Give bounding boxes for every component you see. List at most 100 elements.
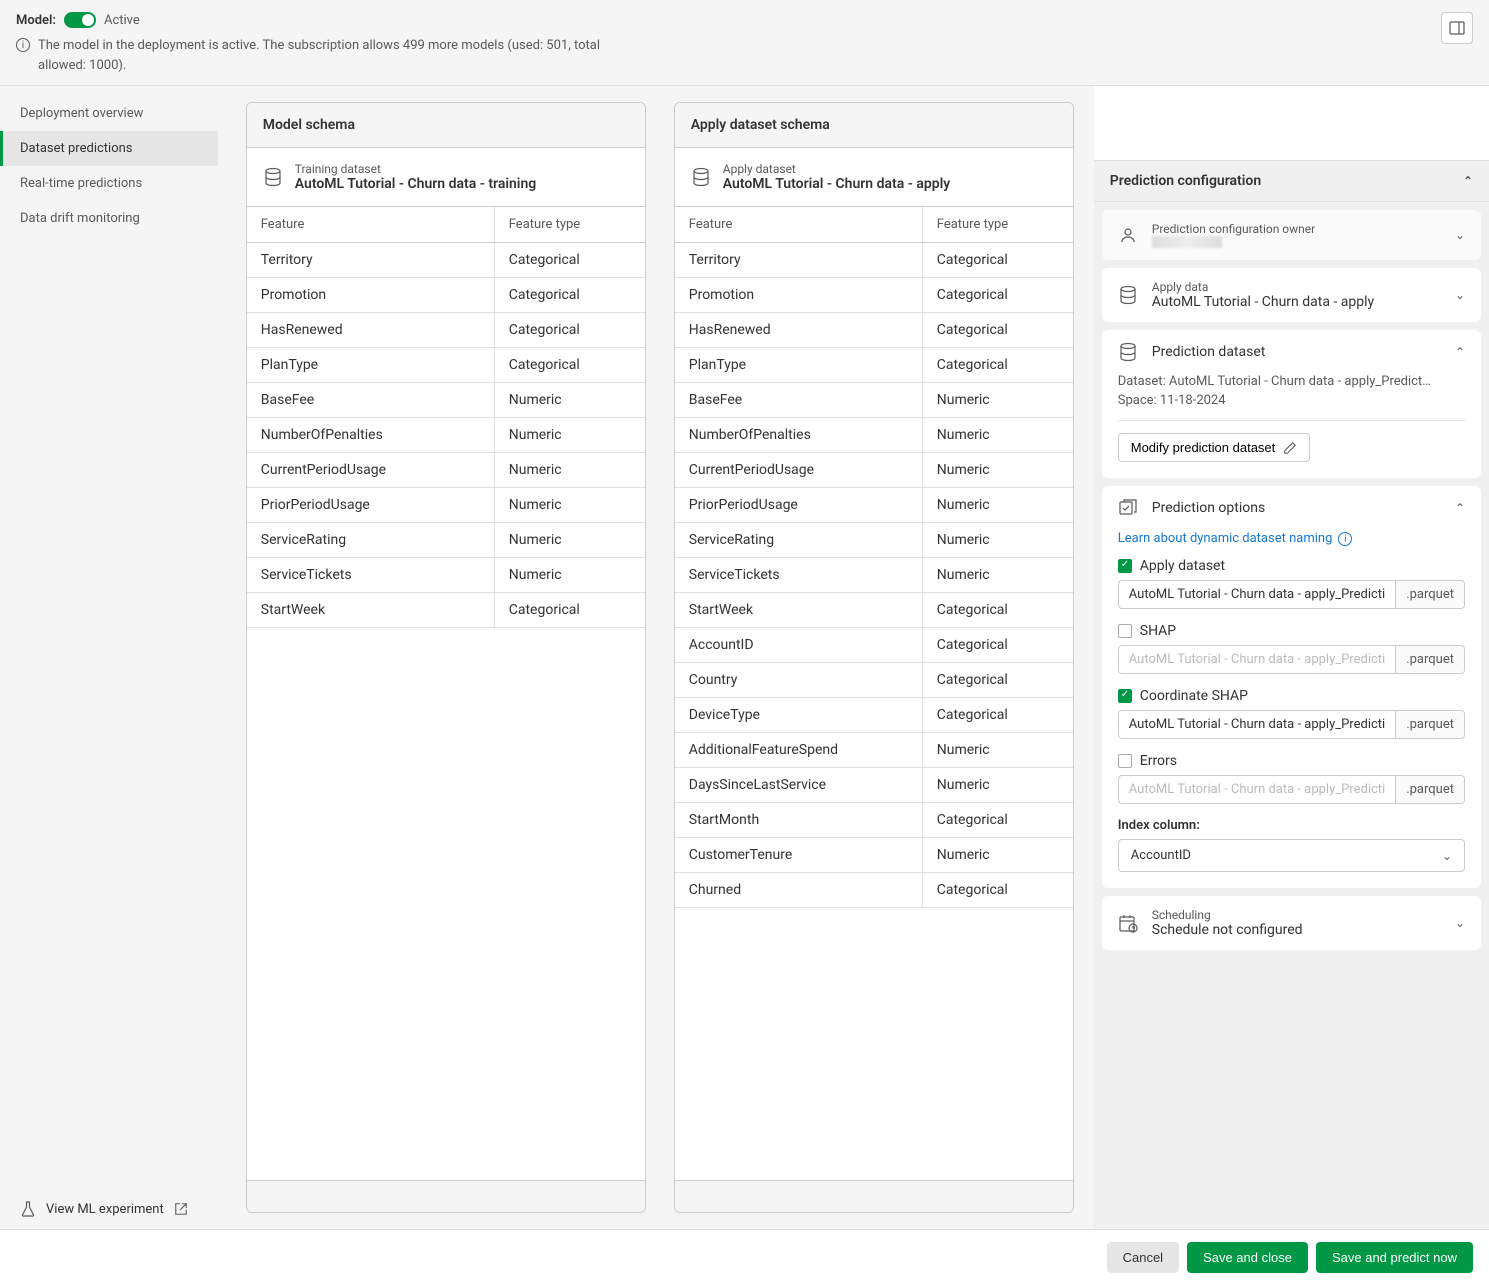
model-type-header: Feature type <box>495 207 645 242</box>
feature-cell: HasRenewed <box>247 313 495 347</box>
user-icon <box>1118 225 1138 245</box>
dataset-line: Dataset: AutoML Tutorial - Churn data - … <box>1118 374 1465 389</box>
table-row: HasRenewedCategorical <box>247 313 645 348</box>
model-schema-title: Model schema <box>247 103 645 148</box>
table-row: TerritoryCategorical <box>247 243 645 278</box>
info-icon: i <box>1338 532 1352 546</box>
training-dataset-name: AutoML Tutorial - Churn data - training <box>295 176 536 192</box>
table-row: StartWeekCategorical <box>675 593 1073 628</box>
type-cell: Numeric <box>495 523 645 557</box>
scheduling-section[interactable]: Scheduling Schedule not configured ⌄ <box>1102 896 1481 950</box>
feature-cell: CurrentPeriodUsage <box>675 453 923 487</box>
type-cell: Categorical <box>923 628 1073 662</box>
chevron-up-icon: ⌃ <box>1455 501 1465 515</box>
sidebar-item-real-time-predictions[interactable]: Real-time predictions <box>0 166 218 201</box>
feature-cell: Territory <box>675 243 923 277</box>
feature-cell: Territory <box>247 243 495 277</box>
feature-cell: BaseFee <box>675 383 923 417</box>
model-active-toggle[interactable] <box>64 12 96 28</box>
table-row: BaseFeeNumeric <box>247 383 645 418</box>
database-icon <box>1118 342 1138 362</box>
option-file-input: AutoML Tutorial - Churn data - apply_Pre… <box>1119 776 1395 803</box>
prediction-options-section: Prediction options ⌃ Learn about dynamic… <box>1102 486 1481 888</box>
owner-value-redacted <box>1152 236 1222 248</box>
table-row: CurrentPeriodUsageNumeric <box>247 453 645 488</box>
type-cell: Categorical <box>495 243 645 277</box>
feature-cell: StartMonth <box>675 803 923 837</box>
prediction-dataset-header[interactable]: Prediction dataset ⌃ <box>1102 330 1481 374</box>
chevron-up-icon[interactable]: ⌃ <box>1463 174 1473 188</box>
table-row: StartWeekCategorical <box>247 593 645 628</box>
option-checkbox[interactable] <box>1118 689 1132 703</box>
table-row: CurrentPeriodUsageNumeric <box>675 453 1073 488</box>
panel-toggle-button[interactable] <box>1441 12 1473 44</box>
type-cell: Categorical <box>495 593 645 627</box>
type-cell: Numeric <box>495 488 645 522</box>
pencil-icon <box>1283 441 1297 455</box>
prediction-options-title: Prediction options <box>1152 500 1441 516</box>
option-file-ext: .parquet <box>1395 776 1464 803</box>
feature-cell: AccountID <box>675 628 923 662</box>
checklist-icon <box>1118 498 1138 518</box>
table-row: ServiceTicketsNumeric <box>675 558 1073 593</box>
apply-data-section[interactable]: Apply data AutoML Tutorial - Churn data … <box>1102 268 1481 322</box>
table-row: DeviceTypeCategorical <box>675 698 1073 733</box>
table-row: PriorPeriodUsageNumeric <box>675 488 1073 523</box>
owner-section[interactable]: Prediction configuration owner ⌄ <box>1102 210 1481 260</box>
type-cell: Categorical <box>495 278 645 312</box>
sidebar: Deployment overviewDataset predictionsRe… <box>0 86 218 1229</box>
index-column-select[interactable]: AccountID ⌄ <box>1118 839 1465 872</box>
table-row: PlanTypeCategorical <box>675 348 1073 383</box>
database-icon <box>263 167 283 187</box>
option-file-input[interactable]: AutoML Tutorial - Churn data - apply_Pre… <box>1119 711 1395 738</box>
feature-cell: ServiceTickets <box>247 558 495 592</box>
table-row: CustomerTenureNumeric <box>675 838 1073 873</box>
feature-cell: HasRenewed <box>675 313 923 347</box>
table-row: NumberOfPenaltiesNumeric <box>247 418 645 453</box>
type-cell: Numeric <box>495 558 645 592</box>
learn-naming-link[interactable]: Learn about dynamic dataset naming i <box>1118 530 1353 546</box>
table-row: PriorPeriodUsageNumeric <box>247 488 645 523</box>
table-row: BaseFeeNumeric <box>675 383 1073 418</box>
table-row: ServiceRatingNumeric <box>675 523 1073 558</box>
option-checkbox[interactable] <box>1118 754 1132 768</box>
apply-data-label: Apply data <box>1152 280 1441 294</box>
type-cell: Numeric <box>923 558 1073 592</box>
model-label: Model: <box>16 13 56 28</box>
sidebar-item-deployment-overview[interactable]: Deployment overview <box>0 96 218 131</box>
type-cell: Categorical <box>923 348 1073 382</box>
chevron-up-icon: ⌃ <box>1455 345 1465 359</box>
model-feature-header: Feature <box>247 207 495 242</box>
table-row: AdditionalFeatureSpendNumeric <box>675 733 1073 768</box>
option-checkbox[interactable] <box>1118 559 1132 573</box>
view-ml-experiment-link[interactable]: View ML experiment <box>0 1189 218 1229</box>
cancel-button[interactable]: Cancel <box>1107 1242 1179 1273</box>
table-row: AccountIDCategorical <box>675 628 1073 663</box>
option-label: SHAP <box>1140 623 1176 639</box>
prediction-options-header[interactable]: Prediction options ⌃ <box>1102 486 1481 530</box>
modify-prediction-dataset-button[interactable]: Modify prediction dataset <box>1118 433 1311 462</box>
model-status: Active <box>104 13 140 28</box>
type-cell: Categorical <box>923 278 1073 312</box>
prediction-option: Coordinate SHAPAutoML Tutorial - Churn d… <box>1118 688 1465 739</box>
table-row: NumberOfPenaltiesNumeric <box>675 418 1073 453</box>
sidebar-item-data-drift-monitoring[interactable]: Data drift monitoring <box>0 201 218 236</box>
type-cell: Categorical <box>923 313 1073 347</box>
sidebar-item-dataset-predictions[interactable]: Dataset predictions <box>0 131 218 166</box>
save-and-close-button[interactable]: Save and close <box>1187 1242 1308 1273</box>
chevron-down-icon: ⌄ <box>1442 849 1452 863</box>
option-file-input[interactable]: AutoML Tutorial - Churn data - apply_Pre… <box>1119 581 1395 608</box>
feature-cell: PriorPeriodUsage <box>675 488 923 522</box>
type-cell: Numeric <box>923 523 1073 557</box>
table-row: PromotionCategorical <box>247 278 645 313</box>
table-row: ServiceRatingNumeric <box>247 523 645 558</box>
apply-data-value: AutoML Tutorial - Churn data - apply <box>1152 294 1441 310</box>
option-checkbox[interactable] <box>1118 624 1132 638</box>
save-and-predict-button[interactable]: Save and predict now <box>1316 1242 1473 1273</box>
feature-cell: Churned <box>675 873 923 907</box>
feature-cell: PriorPeriodUsage <box>247 488 495 522</box>
external-link-icon <box>174 1202 188 1216</box>
chevron-down-icon: ⌄ <box>1455 288 1465 302</box>
feature-cell: PlanType <box>247 348 495 382</box>
feature-cell: NumberOfPenalties <box>247 418 495 452</box>
